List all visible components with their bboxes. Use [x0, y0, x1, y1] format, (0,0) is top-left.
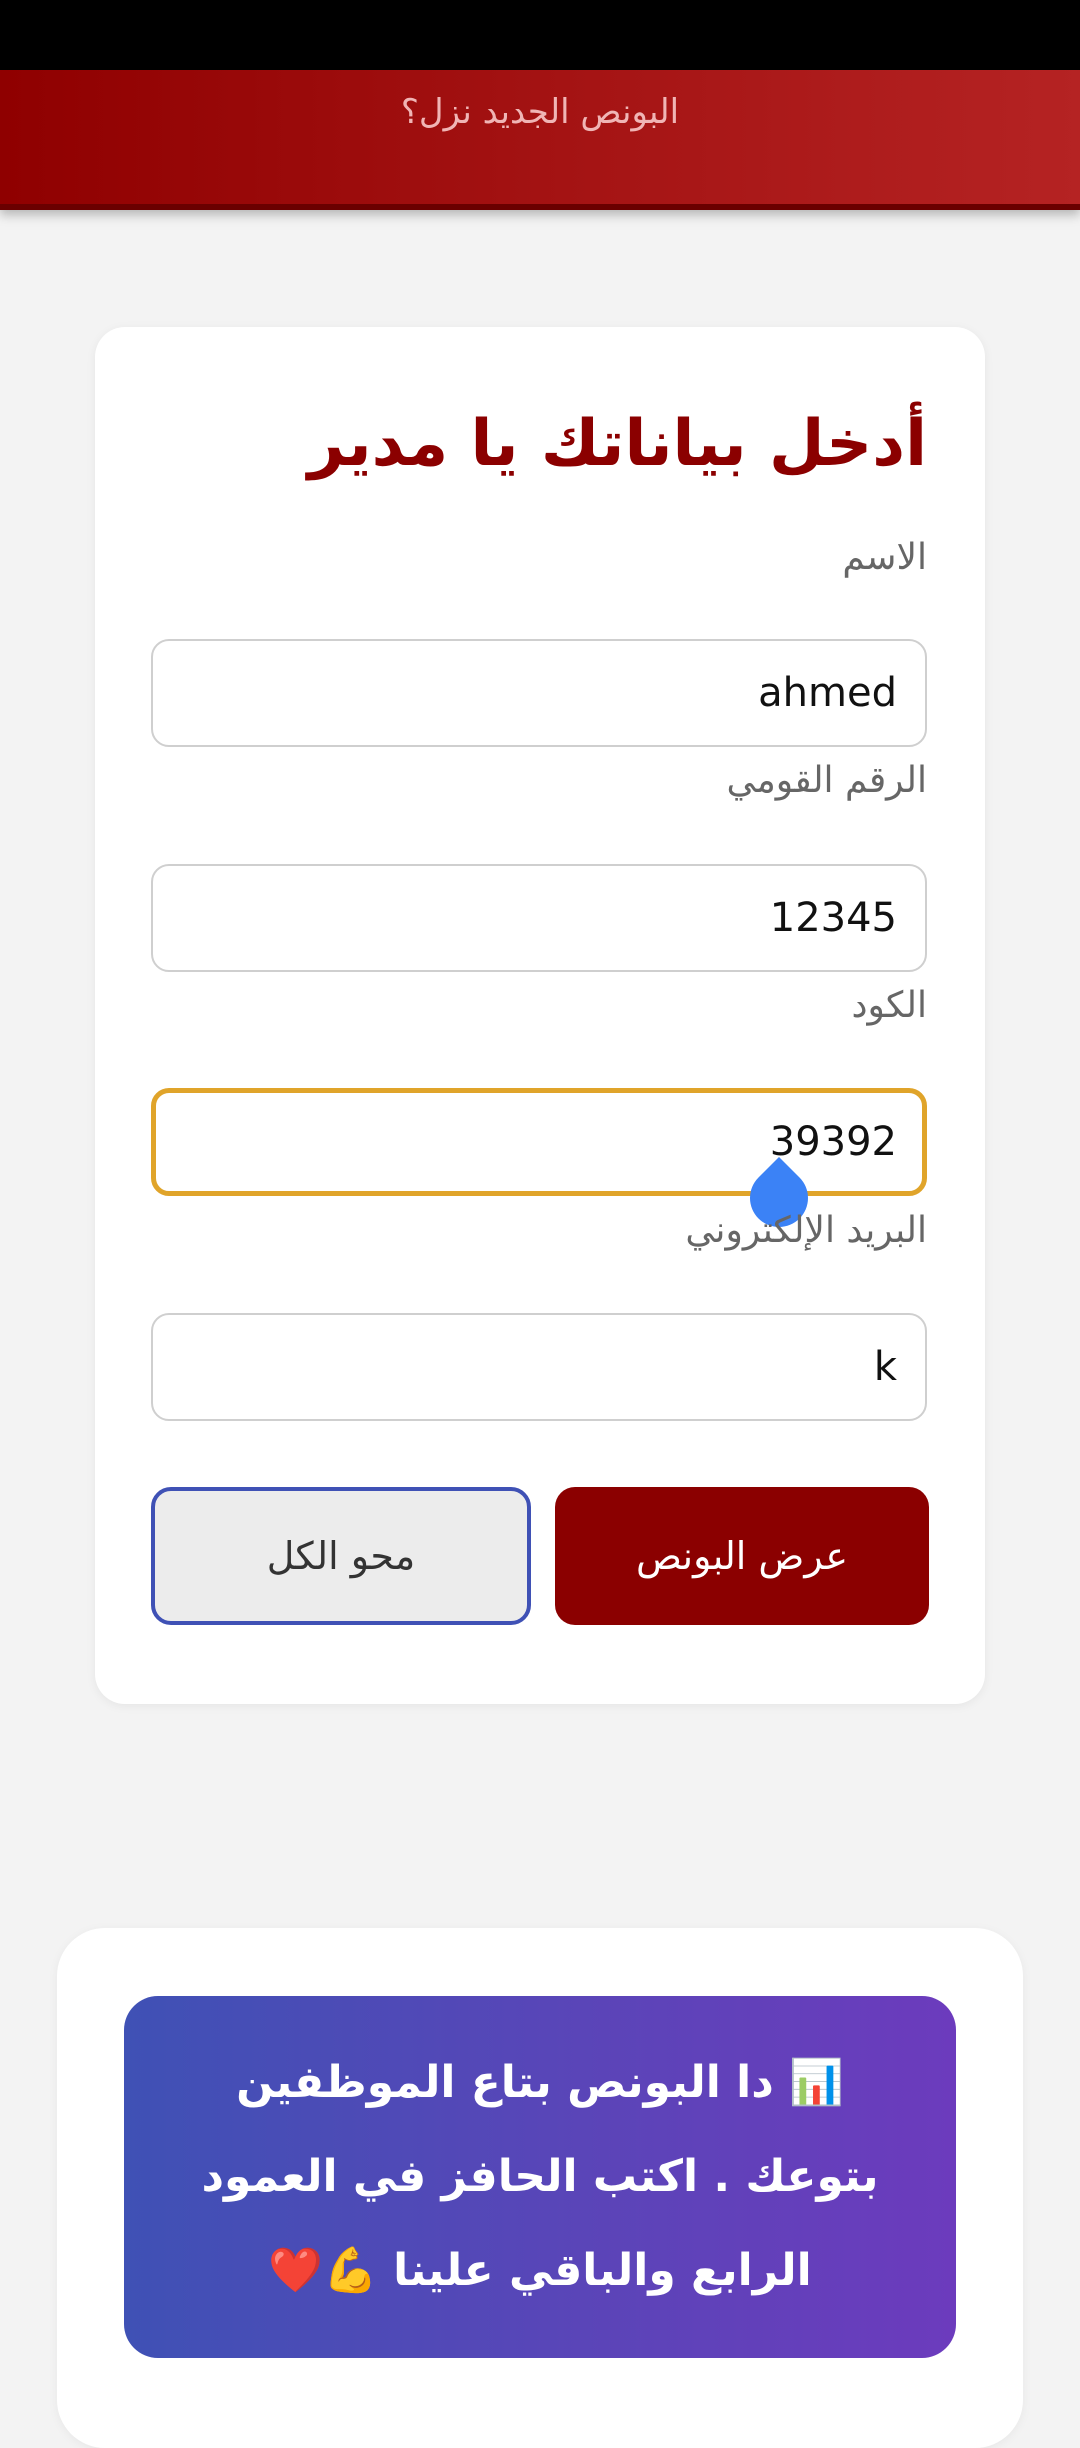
status-bar	[0, 0, 1080, 70]
top-banner: البونص الجديد نزل؟	[0, 70, 1080, 210]
national-id-input[interactable]	[151, 864, 927, 972]
code-input[interactable]	[151, 1088, 927, 1196]
email-input[interactable]	[151, 1313, 927, 1421]
info-card: 📊 دا البونص بتاع الموظفين بتوعك . اكتب ا…	[57, 1928, 1023, 2448]
name-input[interactable]	[151, 639, 927, 747]
form-title: أدخل بياناتك يا مدير	[307, 407, 927, 481]
show-bonus-button[interactable]: عرض البونص	[555, 1487, 929, 1625]
email-label: البريد الإلكتروني	[685, 1210, 927, 1251]
form-card: أدخل بياناتك يا مدير الاسم الرقم القومي …	[95, 327, 985, 1704]
info-text: 📊 دا البونص بتاع الموظفين بتوعك . اكتب ا…	[201, 2057, 879, 2296]
name-label: الاسم	[842, 537, 927, 578]
national-id-label: الرقم القومي	[726, 760, 927, 801]
clear-all-button[interactable]: محو الكل	[151, 1487, 531, 1625]
code-label: الكود	[851, 985, 927, 1026]
info-banner: 📊 دا البونص بتاع الموظفين بتوعك . اكتب ا…	[124, 1996, 956, 2358]
banner-text: البونص الجديد نزل؟	[400, 92, 680, 132]
